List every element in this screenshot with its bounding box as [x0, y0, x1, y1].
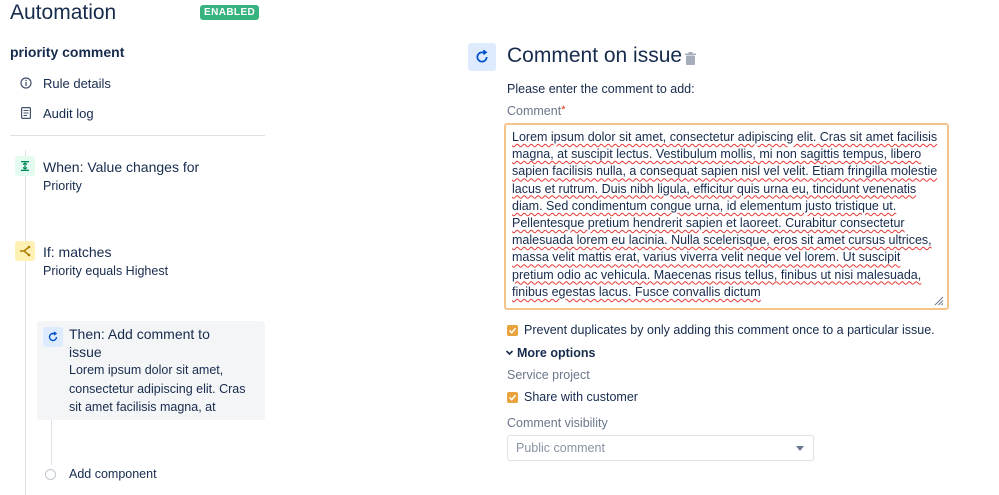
comment-action-icon [43, 327, 63, 347]
page-title: Comment on issue [507, 44, 683, 67]
more-options-label: More options [517, 346, 596, 360]
info-icon [20, 77, 32, 89]
trigger-icon [15, 156, 35, 176]
comment-textarea[interactable]: Lorem ipsum dolor sit amet, consectetur … [504, 123, 949, 310]
trigger-step-description: Priority [43, 179, 82, 193]
add-component-circle-icon [45, 468, 56, 480]
share-with-customer-checkbox[interactable]: Share with customer [507, 389, 638, 405]
trash-icon[interactable] [685, 52, 696, 70]
divider [10, 135, 265, 136]
add-component-button[interactable]: Add component [45, 465, 157, 483]
caret-down-icon [796, 446, 804, 451]
comment-field-label: Comment* [507, 104, 565, 118]
comment-action-icon-large [468, 43, 496, 71]
branch-condition-icon [15, 241, 35, 261]
checkbox-checked-icon [507, 391, 518, 403]
rule-name: priority comment [10, 44, 125, 60]
app-title: Automation [10, 1, 117, 24]
timeline-line [25, 150, 26, 495]
condition-step-description: Priority equals Highest [43, 264, 169, 278]
status-badge: ENABLED [200, 5, 260, 20]
nav-item-rule-details[interactable]: Rule details [20, 73, 111, 93]
comment-visibility-value: Public comment [516, 441, 605, 455]
service-project-label: Service project [507, 368, 590, 382]
chevron-down-icon [505, 346, 514, 360]
prevent-duplicates-checkbox[interactable]: Prevent duplicates by only adding this c… [507, 322, 935, 338]
comment-visibility-label: Comment visibility [507, 416, 608, 430]
comment-text: Lorem ipsum dolor sit amet, consectetur … [512, 130, 938, 299]
checkbox-checked-icon [507, 324, 518, 336]
action-step-description-line1: Lorem ipsum dolor sit amet, [69, 363, 224, 377]
action-step-description-line2: consectetur adipiscing elit. Cras [69, 382, 246, 396]
nav-item-label: Audit log [43, 105, 94, 121]
required-marker: * [561, 104, 566, 116]
action-step-title-line1[interactable]: Then: Add comment to [69, 325, 210, 343]
nav-item-audit-log[interactable]: Audit log [20, 103, 94, 123]
comment-visibility-select[interactable]: Public comment [507, 435, 814, 461]
action-step-title-line2[interactable]: issue [69, 343, 102, 361]
comment-label-text: Comment [507, 104, 562, 118]
instruction-text: Please enter the comment to add: [507, 82, 695, 96]
resize-handle-icon[interactable] [932, 293, 944, 306]
nav-item-label: Rule details [43, 75, 111, 91]
prevent-duplicates-label: Prevent duplicates by only adding this c… [524, 323, 935, 337]
document-icon [20, 107, 32, 119]
trigger-step-title[interactable]: When: Value changes for [43, 158, 199, 176]
condition-step-title[interactable]: If: matches [43, 243, 111, 261]
share-with-customer-label: Share with customer [524, 390, 638, 404]
more-options-toggle[interactable]: More options [505, 346, 595, 360]
add-component-label: Add component [69, 467, 157, 481]
action-step-description-line3: sit amet facilisis magna, at [69, 400, 216, 414]
